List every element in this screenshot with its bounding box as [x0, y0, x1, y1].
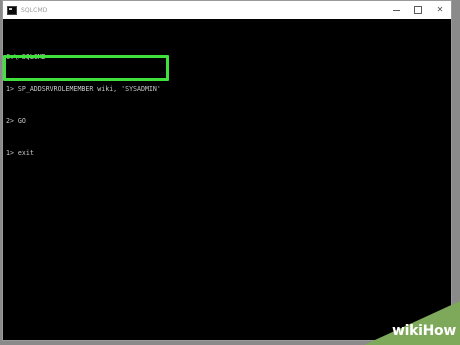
screenshot-frame: SQLCMD ✕ C:\>SQLCMD 1> SP_ADDSRVROLEMEMB… — [0, 0, 460, 345]
close-icon[interactable]: ✕ — [429, 1, 451, 19]
console-window: SQLCMD ✕ C:\>SQLCMD 1> SP_ADDSRVROLEMEMB… — [2, 0, 452, 341]
maximize-icon[interactable] — [407, 1, 429, 19]
watermark-logo: wikiHow — [392, 323, 456, 339]
wikihow-watermark: wikiHow — [364, 301, 460, 345]
console-line: 2> GO — [6, 116, 26, 125]
highlight-box — [3, 55, 169, 81]
watermark-text-wiki: wiki — [391, 323, 423, 339]
console-output[interactable]: C:\>SQLCMD 1> SP_ADDSRVROLEMEMBER wiki, … — [6, 31, 446, 179]
scrollbar[interactable] — [442, 19, 451, 340]
title-bar[interactable]: SQLCMD ✕ — [3, 1, 451, 19]
watermark-text-how: How — [422, 323, 457, 339]
console-line: 1> SP_ADDSRVROLEMEMBER wiki, 'SYSADMIN' — [6, 84, 161, 93]
console-line: 1> exit — [6, 148, 34, 157]
console-app-icon[interactable] — [7, 5, 17, 15]
window-controls: ✕ — [385, 1, 451, 19]
minimize-icon[interactable] — [385, 1, 407, 19]
window-title: SQLCMD — [21, 6, 48, 14]
